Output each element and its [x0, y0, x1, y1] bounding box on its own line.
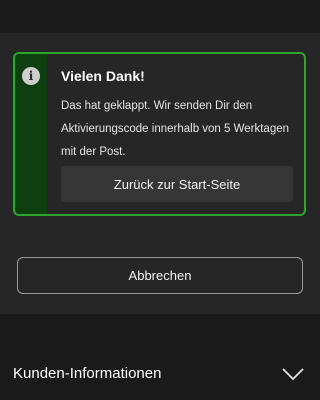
back-to-home-button[interactable]: Zurück zur Start-Seite — [61, 166, 293, 202]
customer-info-label: Kunden-Informationen — [13, 365, 162, 382]
cancel-button[interactable]: Abbrechen — [17, 257, 303, 294]
top-band — [0, 0, 320, 33]
notice-accent-strip: i — [15, 54, 47, 214]
info-icon: i — [22, 67, 40, 85]
notice-title: Vielen Dank! — [61, 68, 145, 84]
success-notice: i Vielen Dank! Das hat geklappt. Wir sen… — [13, 52, 306, 216]
notice-message: Das hat geklappt. Wir senden Dir den Akt… — [61, 100, 290, 158]
chevron-down-icon[interactable] — [282, 367, 304, 381]
customer-info-accordion[interactable]: Kunden-Informationen — [0, 352, 320, 400]
